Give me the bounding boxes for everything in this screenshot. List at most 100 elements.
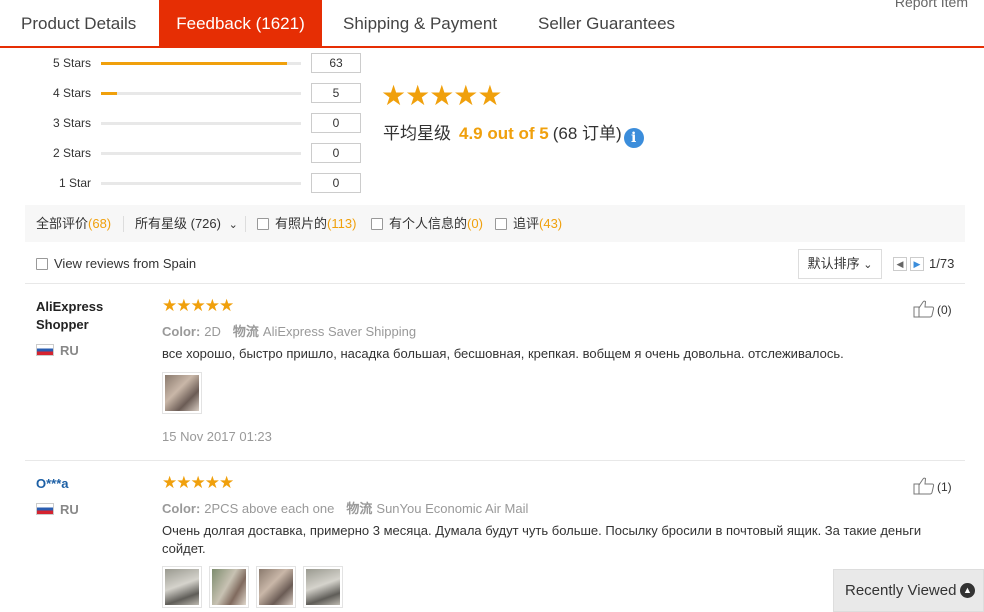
divider bbox=[245, 216, 246, 232]
russia-flag-icon bbox=[36, 503, 54, 515]
chevron-down-icon: ⌄ bbox=[863, 259, 873, 271]
helpful-count: (0) bbox=[937, 303, 952, 317]
color-value: 2D bbox=[204, 324, 221, 339]
filter-count: (0) bbox=[467, 216, 483, 231]
review-photo[interactable] bbox=[256, 566, 296, 608]
shipping-label: 物流 bbox=[346, 501, 373, 516]
filter-all-stars-dropdown[interactable]: 所有星级 (726) ⌄ bbox=[135, 205, 238, 244]
color-label: Color: bbox=[162, 501, 201, 516]
divider bbox=[123, 216, 124, 232]
filter-label: 所有星级 (726) bbox=[135, 216, 221, 231]
photo-thumbnail bbox=[165, 569, 199, 605]
rating-bar bbox=[101, 62, 301, 65]
country-code: RU bbox=[60, 343, 79, 358]
photo-thumbnail bbox=[259, 569, 293, 605]
rating-bar bbox=[101, 152, 301, 155]
filter-count: (113) bbox=[327, 216, 357, 231]
filter-label: 有照片的 bbox=[275, 216, 328, 231]
photo-thumbnail bbox=[165, 375, 199, 411]
tab-seller-guarantees[interactable]: Seller Guarantees bbox=[538, 0, 675, 46]
rating-count: 0 bbox=[311, 173, 361, 193]
review-photo[interactable] bbox=[209, 566, 249, 608]
helpful-count: (1) bbox=[937, 480, 952, 494]
sort-dropdown[interactable]: 默认排序 ⌄ bbox=[798, 249, 882, 279]
recently-viewed-label: Recently Viewed bbox=[845, 582, 957, 599]
rating-label: 5 Stars bbox=[52, 56, 91, 70]
reviewer-name[interactable]: O***a bbox=[36, 475, 146, 493]
pager-next-button[interactable]: ▶ bbox=[910, 257, 924, 271]
tab-product-details[interactable]: Product Details bbox=[21, 0, 136, 46]
pager-prev-button[interactable]: ◀ bbox=[893, 257, 907, 271]
color-value: 2PCS above each one bbox=[204, 501, 335, 516]
review-text: Очень долгая доставка, примерно 3 месяца… bbox=[162, 523, 922, 556]
filter-count: (68) bbox=[88, 216, 112, 231]
average-label: 平均星级 bbox=[383, 124, 451, 143]
sort-label: 默认排序 bbox=[807, 256, 860, 271]
helpful-button[interactable]: (1) bbox=[913, 477, 952, 495]
average-star-icons: ★★★★★ bbox=[381, 80, 503, 111]
review-photo[interactable] bbox=[303, 566, 343, 608]
tab-feedback[interactable]: Feedback (1621) bbox=[159, 0, 322, 46]
photo-thumbnail bbox=[212, 569, 246, 605]
reviewer-country: RU bbox=[36, 343, 79, 358]
filter-with-photos[interactable]: 有照片的(113) bbox=[257, 205, 356, 242]
rating-bar-fill bbox=[101, 62, 287, 65]
checkbox[interactable] bbox=[371, 218, 383, 230]
rating-label: 1 Star bbox=[58, 176, 91, 190]
review-text: все хорошо, быстро пришло, насадка больш… bbox=[162, 346, 844, 361]
report-item-link[interactable]: Report Item bbox=[895, 0, 968, 10]
filter-with-personal-info[interactable]: 有个人信息的(0) bbox=[371, 205, 483, 242]
filter-label: 有个人信息的 bbox=[389, 216, 468, 231]
filter-follow-up[interactable]: 追评(43) bbox=[495, 205, 562, 242]
rating-bar bbox=[101, 92, 301, 95]
recently-viewed-button[interactable]: Recently Viewed ▲ bbox=[833, 569, 984, 612]
review-star-icons: ★★★★★ bbox=[162, 296, 234, 315]
filter-bar: 全部评价(68) 所有星级 (726) ⌄ 有照片的(113) 有个人信息的(0… bbox=[25, 205, 965, 242]
rating-count: 5 bbox=[311, 83, 361, 103]
chevron-up-icon: ▲ bbox=[960, 583, 975, 598]
review-meta: Color: 2PCS above each one 物流 SunYou Econom… bbox=[162, 498, 528, 517]
photo-thumbnail bbox=[306, 569, 340, 605]
thumbs-up-icon bbox=[913, 300, 935, 318]
reviewer-name: AliExpress Shopper bbox=[36, 299, 104, 332]
rating-label: 2 Stars bbox=[52, 146, 91, 160]
review-date: 15 Nov 2017 01:23 bbox=[162, 429, 272, 444]
divider bbox=[25, 283, 965, 284]
color-label: Color: bbox=[162, 324, 201, 339]
helpful-button[interactable]: (0) bbox=[913, 300, 952, 318]
reviewer-country: RU bbox=[36, 502, 79, 517]
shipping-value: AliExpress Saver Shipping bbox=[262, 324, 417, 339]
tab-shipping-payment[interactable]: Shipping & Payment bbox=[343, 0, 497, 46]
rating-bar bbox=[101, 182, 301, 185]
rating-count: 0 bbox=[311, 113, 361, 133]
filter-count: (43) bbox=[539, 216, 563, 231]
spain-reviews-filter[interactable]: View reviews from Spain bbox=[36, 256, 196, 271]
info-icon[interactable]: i bbox=[623, 128, 644, 148]
filter-label: 全部评价 bbox=[36, 216, 89, 231]
filter-label: 追评 bbox=[513, 216, 540, 231]
divider bbox=[25, 460, 965, 461]
checkbox[interactable] bbox=[36, 258, 48, 270]
filter-all-reviews[interactable]: 全部评价(68) bbox=[36, 205, 111, 242]
spain-label: View reviews from Spain bbox=[54, 256, 197, 271]
pager-indicator: 1/73 bbox=[929, 256, 955, 271]
checkbox[interactable] bbox=[257, 218, 269, 230]
shipping-value: SunYou Economic Air Mail bbox=[376, 501, 529, 516]
thumbs-up-icon bbox=[913, 477, 935, 495]
order-count: (68 订单) bbox=[552, 124, 622, 143]
rating-label: 4 Stars bbox=[52, 86, 91, 100]
shipping-label: 物流 bbox=[232, 324, 259, 339]
russia-flag-icon bbox=[36, 344, 54, 356]
rating-count: 63 bbox=[311, 53, 361, 73]
average-rating: 平均星级 4.9 out of 5 (68 订单) i bbox=[383, 119, 644, 148]
review-photo[interactable] bbox=[162, 566, 202, 608]
rating-label: 3 Stars bbox=[52, 116, 91, 130]
checkbox[interactable] bbox=[495, 218, 507, 230]
chevron-down-icon: ⌄ bbox=[228, 219, 238, 231]
rating-bar bbox=[101, 122, 301, 125]
tab-bar: Product Details Feedback (1621) Shipping… bbox=[0, 0, 984, 48]
review-photo[interactable] bbox=[162, 372, 202, 414]
average-score: 4.9 out of 5 bbox=[459, 124, 549, 143]
review-star-icons: ★★★★★ bbox=[162, 473, 234, 492]
rating-bar-fill bbox=[101, 92, 117, 95]
